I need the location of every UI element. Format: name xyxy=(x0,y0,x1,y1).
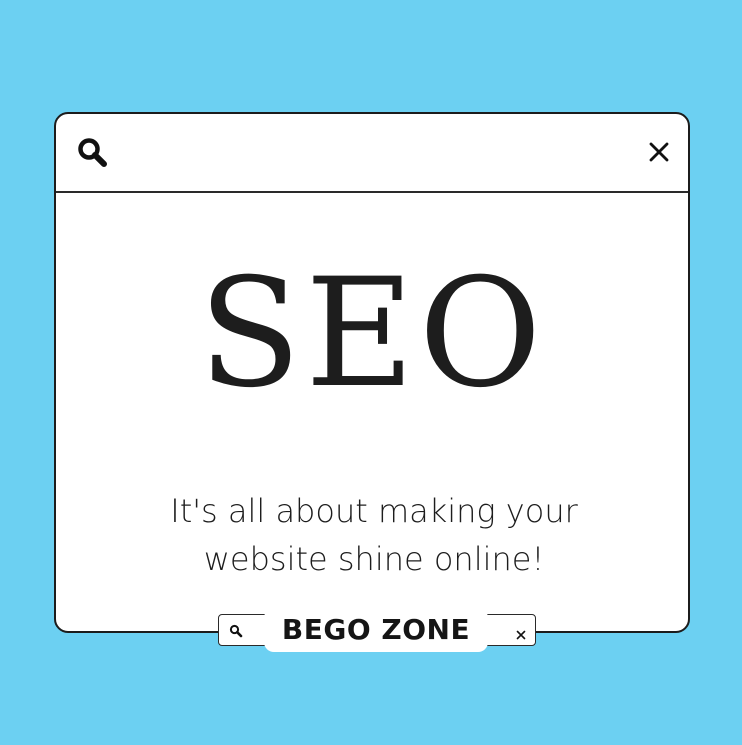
search-bar[interactable] xyxy=(56,114,688,193)
search-icon[interactable] xyxy=(76,136,110,170)
tagline: It's all about making your website shine… xyxy=(170,492,578,578)
browser-window: SEO It's all about making your website s… xyxy=(54,112,690,633)
headline: SEO xyxy=(198,247,546,421)
close-icon xyxy=(516,625,526,640)
search-icon xyxy=(229,623,243,638)
brand-label: BEGO ZONE xyxy=(281,613,471,646)
close-icon[interactable] xyxy=(648,141,670,163)
